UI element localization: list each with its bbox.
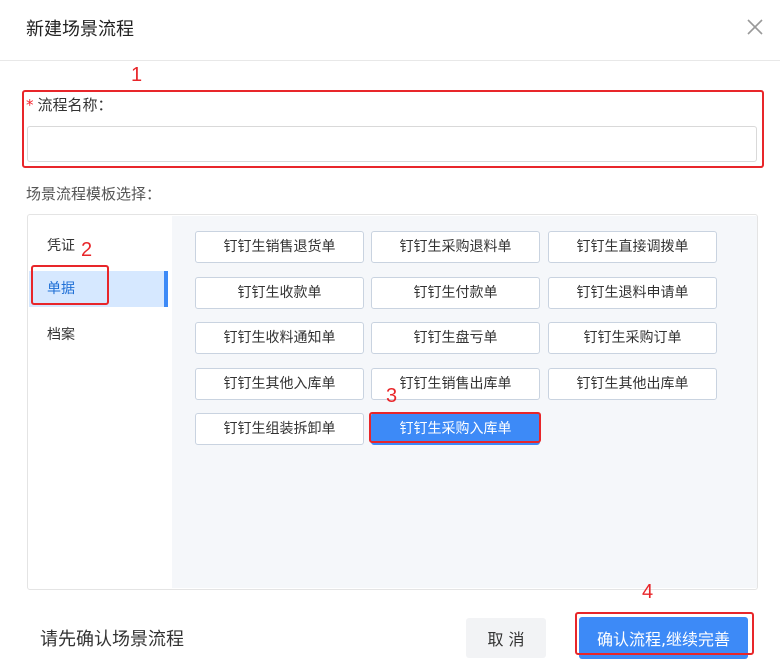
close-icon xyxy=(747,19,763,35)
annotation-number-4: 4 xyxy=(642,581,654,603)
template-button[interactable]: 钉钉生退料申请单 xyxy=(548,277,717,309)
nav-item-archive[interactable]: 档案 xyxy=(29,317,168,353)
template-button[interactable]: 钉钉生直接调拨单 xyxy=(548,231,717,263)
dialog-title: 新建场景流程 xyxy=(26,19,134,40)
flow-name-label-text: 流程名称： xyxy=(37,96,113,114)
template-button[interactable]: 钉钉生销售退货单 xyxy=(195,231,364,263)
category-nav: 凭证 单据 档案 xyxy=(29,216,172,588)
annotation-number-2: 2 xyxy=(81,239,93,261)
dialog-header: 新建场景流程 xyxy=(0,0,780,61)
required-mark: * xyxy=(26,96,34,114)
annotation-number-3: 3 xyxy=(386,385,398,407)
template-button-selected[interactable]: 钉钉生采购入库单 xyxy=(371,413,540,445)
template-button[interactable]: 钉钉生采购退料单 xyxy=(371,231,540,263)
template-section-label: 场景流程模板选择： xyxy=(26,185,162,203)
close-button[interactable] xyxy=(742,14,768,40)
template-button[interactable]: 钉钉生组装拆卸单 xyxy=(195,413,364,445)
annotation-number-1: 1 xyxy=(131,64,143,86)
template-button[interactable]: 钉钉生采购订单 xyxy=(548,322,717,354)
template-button[interactable]: 钉钉生其他入库单 xyxy=(195,368,364,400)
nav-item-document[interactable]: 单据 xyxy=(29,271,168,307)
cancel-button[interactable]: 取 消 xyxy=(466,618,546,658)
template-button[interactable]: 钉钉生其他出库单 xyxy=(548,368,717,400)
flow-name-input[interactable] xyxy=(27,126,757,162)
template-button[interactable]: 钉钉生付款单 xyxy=(371,277,540,309)
template-grid: 钉钉生销售退货单 钉钉生采购退料单 钉钉生直接调拨单 钉钉生收款单 钉钉生付款单… xyxy=(172,216,757,588)
nav-item-voucher[interactable]: 凭证 xyxy=(29,228,168,264)
flow-name-label: * 流程名称： xyxy=(26,94,113,115)
footer-hint: 请先确认场景流程 xyxy=(40,629,184,650)
confirm-button[interactable]: 确认流程,继续完善 xyxy=(579,617,748,659)
template-button[interactable]: 钉钉生收料通知单 xyxy=(195,322,364,354)
template-button[interactable]: 钉钉生收款单 xyxy=(195,277,364,309)
template-button[interactable]: 钉钉生盘亏单 xyxy=(371,322,540,354)
